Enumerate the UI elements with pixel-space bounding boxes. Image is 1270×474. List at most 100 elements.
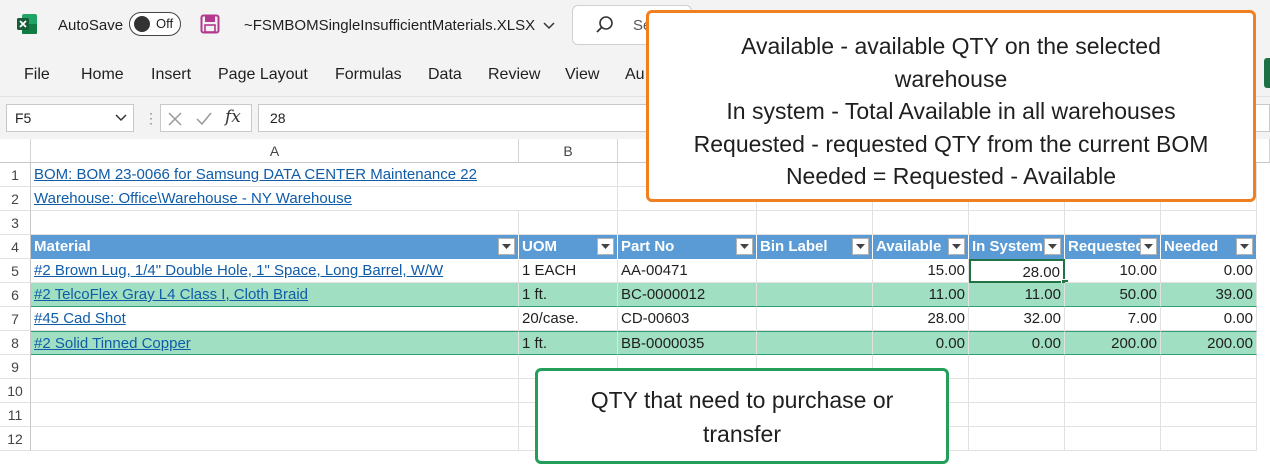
cell-requested[interactable]: 10.00 bbox=[1065, 259, 1161, 283]
cell-in-system[interactable]: 32.00 bbox=[969, 307, 1065, 331]
filter-dropdown-icon[interactable] bbox=[498, 238, 515, 255]
grid-cell[interactable] bbox=[519, 163, 618, 187]
cell-uom[interactable]: 1 EACH bbox=[519, 259, 618, 283]
select-all-corner[interactable] bbox=[0, 139, 31, 163]
grid-cell[interactable] bbox=[519, 187, 618, 211]
cell-part-no[interactable]: AA-00471 bbox=[618, 259, 757, 283]
cell-uom[interactable]: 1 ft. bbox=[519, 283, 618, 307]
column-header-b[interactable]: B bbox=[519, 139, 618, 163]
row-header[interactable]: 11 bbox=[0, 403, 31, 427]
cell-material[interactable]: #2 Brown Lug, 1/4" Double Hole, 1" Space… bbox=[31, 259, 519, 283]
row-header[interactable]: 6 bbox=[0, 283, 31, 307]
grid-cell[interactable] bbox=[31, 211, 519, 235]
filter-dropdown-icon[interactable] bbox=[1140, 238, 1157, 255]
cell-material[interactable]: #45 Cad Shot bbox=[31, 307, 519, 331]
row-header[interactable]: 9 bbox=[0, 355, 31, 379]
tab-view[interactable]: View bbox=[565, 66, 599, 84]
row-header[interactable]: 12 bbox=[0, 427, 31, 451]
row-header[interactable]: 1 bbox=[0, 163, 31, 187]
cell-needed[interactable]: 200.00 bbox=[1161, 331, 1257, 355]
cell-part-no[interactable]: CD-00603 bbox=[618, 307, 757, 331]
cell-bin-label[interactable] bbox=[757, 283, 873, 307]
tab-formulas[interactable]: Formulas bbox=[335, 66, 402, 84]
column-header-needed[interactable]: Needed bbox=[1161, 235, 1257, 259]
name-box[interactable]: F5 bbox=[6, 104, 134, 132]
grid-cell[interactable] bbox=[1065, 379, 1161, 403]
cell-in-system[interactable]: 11.00 bbox=[969, 283, 1065, 307]
column-header-requested[interactable]: Requested bbox=[1065, 235, 1161, 259]
grid-cell[interactable] bbox=[1161, 427, 1257, 451]
cell-requested[interactable]: 50.00 bbox=[1065, 283, 1161, 307]
grid-cell[interactable] bbox=[969, 403, 1065, 427]
bom-link[interactable]: BOM: BOM 23-0066 for Samsung DATA CENTER… bbox=[31, 163, 519, 187]
grid-cell[interactable] bbox=[31, 379, 519, 403]
cell-material[interactable]: #2 TelcoFlex Gray L4 Class I, Cloth Brai… bbox=[31, 283, 519, 307]
grid-cell[interactable] bbox=[31, 403, 519, 427]
cell-uom[interactable]: 1 ft. bbox=[519, 331, 618, 355]
cancel-icon[interactable] bbox=[167, 111, 183, 127]
row-header[interactable]: 8 bbox=[0, 331, 31, 355]
cell-in-system[interactable]: 28.00 bbox=[969, 259, 1065, 283]
cell-requested[interactable]: 7.00 bbox=[1065, 307, 1161, 331]
grid-cell[interactable] bbox=[1065, 403, 1161, 427]
filter-dropdown-icon[interactable] bbox=[852, 238, 869, 255]
grid-cell[interactable] bbox=[757, 211, 873, 235]
cell-available[interactable]: 0.00 bbox=[873, 331, 969, 355]
grid-cell[interactable] bbox=[1161, 379, 1257, 403]
row-header[interactable]: 4 bbox=[0, 235, 31, 259]
filter-dropdown-icon[interactable] bbox=[1044, 238, 1061, 255]
grid-cell[interactable] bbox=[519, 211, 618, 235]
grid-cell[interactable] bbox=[1161, 211, 1257, 235]
check-icon[interactable] bbox=[195, 111, 213, 127]
filter-dropdown-icon[interactable] bbox=[948, 238, 965, 255]
column-header-material[interactable]: Material bbox=[31, 235, 519, 259]
grid-cell[interactable] bbox=[31, 427, 519, 451]
cell-part-no[interactable]: BB-0000035 bbox=[618, 331, 757, 355]
row-header[interactable]: 7 bbox=[0, 307, 31, 331]
cell-bin-label[interactable] bbox=[757, 307, 873, 331]
column-header-available[interactable]: Available bbox=[873, 235, 969, 259]
column-header-in-system[interactable]: In System bbox=[969, 235, 1065, 259]
filter-dropdown-icon[interactable] bbox=[736, 238, 753, 255]
cell-needed[interactable]: 39.00 bbox=[1161, 283, 1257, 307]
cell-available[interactable]: 15.00 bbox=[873, 259, 969, 283]
cell-in-system[interactable]: 0.00 bbox=[969, 331, 1065, 355]
cell-available[interactable]: 28.00 bbox=[873, 307, 969, 331]
more-options-icon[interactable]: ⋮ bbox=[144, 110, 158, 127]
grid-cell[interactable] bbox=[31, 355, 519, 379]
grid-cell[interactable] bbox=[969, 355, 1065, 379]
grid-cell[interactable] bbox=[969, 211, 1065, 235]
grid-cell[interactable] bbox=[1065, 427, 1161, 451]
autosave-toggle[interactable]: Off bbox=[129, 12, 181, 36]
tab-file[interactable]: File bbox=[24, 66, 50, 84]
tab-home[interactable]: Home bbox=[81, 66, 124, 84]
tab-review[interactable]: Review bbox=[488, 66, 540, 84]
cell-part-no[interactable]: BC-0000012 bbox=[618, 283, 757, 307]
row-header[interactable]: 10 bbox=[0, 379, 31, 403]
tab-automate[interactable]: Au bbox=[625, 66, 645, 84]
filter-dropdown-icon[interactable] bbox=[597, 238, 614, 255]
grid-cell[interactable] bbox=[969, 427, 1065, 451]
grid-cell[interactable] bbox=[873, 211, 969, 235]
save-icon[interactable] bbox=[200, 14, 220, 34]
cell-uom[interactable]: 20/case. bbox=[519, 307, 618, 331]
tab-insert[interactable]: Insert bbox=[151, 66, 191, 84]
cell-needed[interactable]: 0.00 bbox=[1161, 307, 1257, 331]
column-header-part-no[interactable]: Part No bbox=[618, 235, 757, 259]
cell-available[interactable]: 11.00 bbox=[873, 283, 969, 307]
cell-bin-label[interactable] bbox=[757, 331, 873, 355]
cell-bin-label[interactable] bbox=[757, 259, 873, 283]
row-header[interactable]: 2 bbox=[0, 187, 31, 211]
tab-data[interactable]: Data bbox=[428, 66, 462, 84]
grid-cell[interactable] bbox=[1065, 211, 1161, 235]
grid-cell[interactable] bbox=[618, 211, 757, 235]
column-header-a[interactable]: A bbox=[31, 139, 519, 163]
comments-button-edge[interactable] bbox=[1264, 58, 1270, 88]
insert-function-icon[interactable]: fx bbox=[225, 107, 241, 127]
column-header-uom[interactable]: UOM bbox=[519, 235, 618, 259]
grid-cell[interactable] bbox=[1161, 403, 1257, 427]
cell-needed[interactable]: 0.00 bbox=[1161, 259, 1257, 283]
row-header[interactable]: 5 bbox=[0, 259, 31, 283]
warehouse-link[interactable]: Warehouse: Office\Warehouse - NY Warehou… bbox=[31, 187, 519, 211]
grid-cell[interactable] bbox=[1065, 355, 1161, 379]
